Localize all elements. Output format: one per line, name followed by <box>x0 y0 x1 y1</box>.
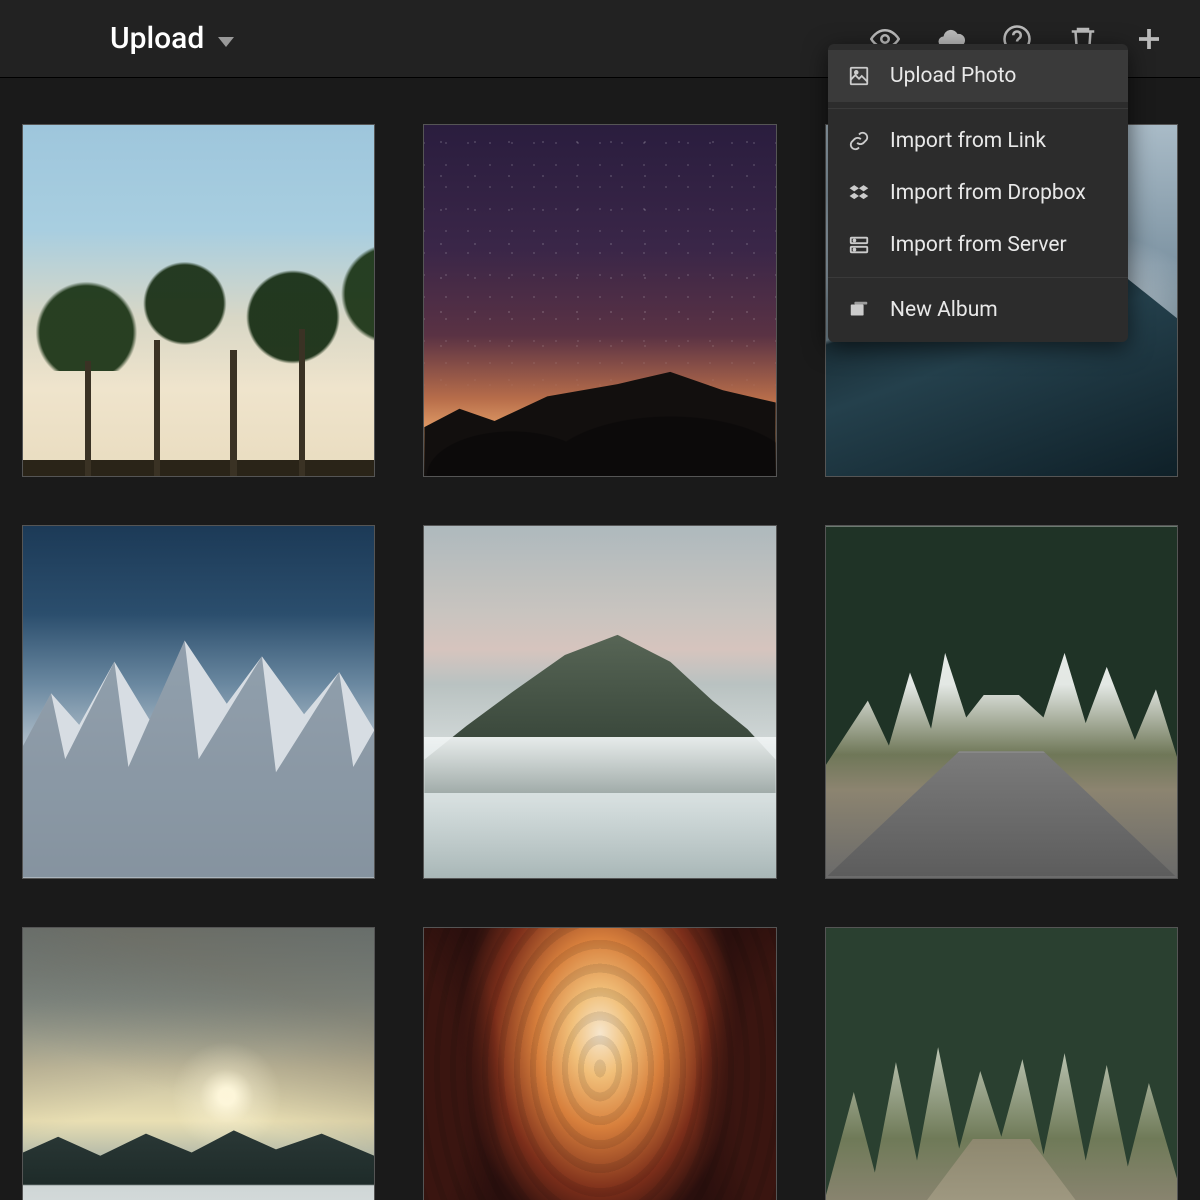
chevron-down-icon <box>218 37 234 47</box>
add-menu-section: Import from Link Import from Dropbox Imp… <box>828 109 1128 278</box>
link-icon <box>848 130 870 152</box>
menu-upload-photo[interactable]: Upload Photo <box>828 50 1128 102</box>
add-menu-section: Upload Photo <box>828 44 1128 109</box>
header-bar: Upload <box>0 0 1200 78</box>
menu-new-album[interactable]: New Album <box>828 284 1128 336</box>
photo-snowy-peaks[interactable] <box>22 525 375 878</box>
photo-starry-sky[interactable] <box>423 124 776 477</box>
add-menu-section: New Album <box>828 278 1128 342</box>
photo-mountain-lake[interactable] <box>423 525 776 878</box>
dropbox-icon <box>848 182 870 204</box>
photo-palm-trees[interactable] <box>22 124 375 477</box>
server-icon <box>848 234 870 256</box>
photo-slot-canyon[interactable] <box>423 927 776 1200</box>
album-icon <box>848 299 870 321</box>
menu-item-label: Import from Link <box>890 129 1046 153</box>
header-title: Upload <box>110 21 204 56</box>
menu-item-label: Import from Server <box>890 233 1067 257</box>
photo-forest-path[interactable] <box>825 927 1178 1200</box>
menu-import-dropbox[interactable]: Import from Dropbox <box>828 167 1128 219</box>
plus-icon[interactable] <box>1134 24 1164 54</box>
header-title-dropdown[interactable]: Upload <box>110 21 234 56</box>
add-menu: Upload Photo Import from Link Import fro <box>828 44 1128 342</box>
menu-item-label: New Album <box>890 298 998 322</box>
photo-sunset-valley[interactable] <box>22 927 375 1200</box>
photo-icon <box>848 65 870 87</box>
menu-import-link[interactable]: Import from Link <box>828 115 1128 167</box>
photo-forest-road[interactable] <box>825 525 1178 878</box>
menu-item-label: Upload Photo <box>890 64 1016 88</box>
menu-item-label: Import from Dropbox <box>890 181 1086 205</box>
menu-import-server[interactable]: Import from Server <box>828 219 1128 271</box>
